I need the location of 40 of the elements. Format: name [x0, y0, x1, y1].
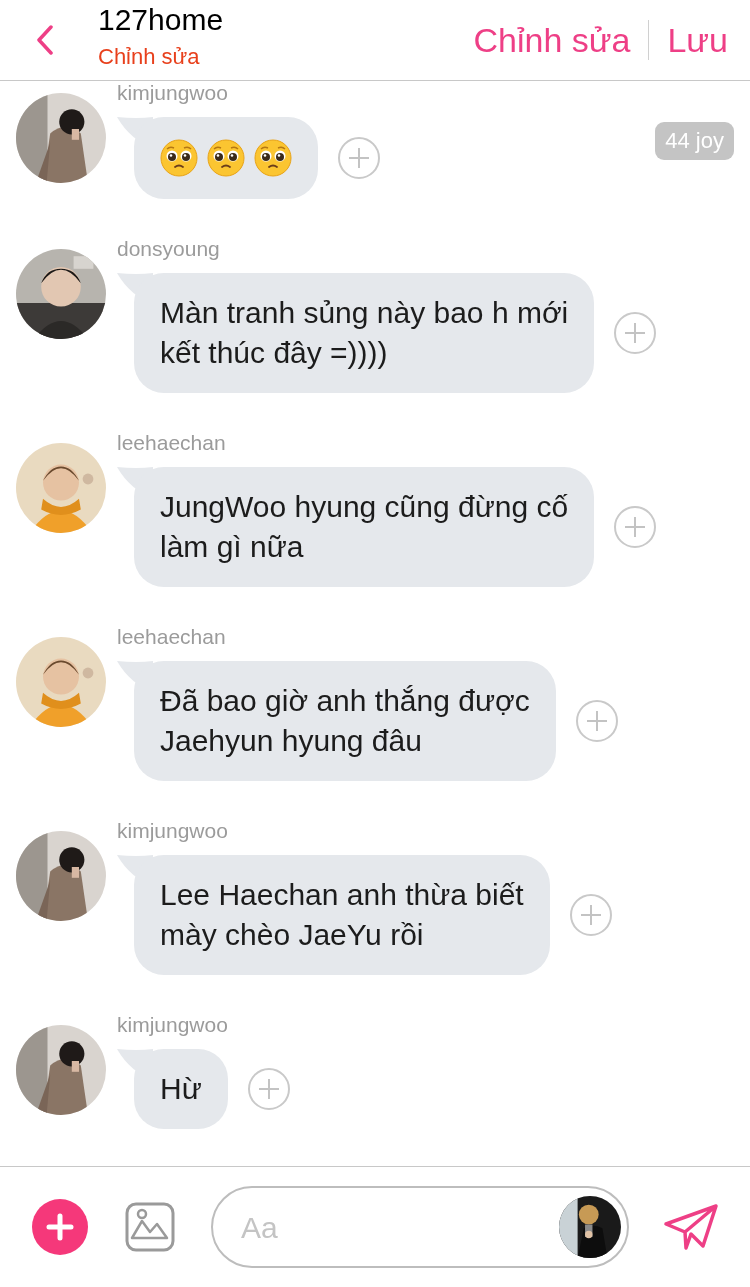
send-button[interactable]	[663, 1202, 719, 1252]
plus-icon	[579, 904, 602, 926]
chat-subtitle: Chỉnh sửa	[98, 43, 201, 71]
sender-name: kimjungwoo	[117, 818, 229, 844]
message-text: JungWoo hyung cũng đừng cố làm gì nữa	[160, 489, 569, 565]
add-reaction-button[interactable]	[614, 312, 657, 354]
add-reaction-button[interactable]	[614, 506, 657, 548]
plus-icon	[624, 516, 647, 538]
message-text: Lee Haechan anh thừa biết mày chèo JaeYu rồi	[160, 877, 524, 953]
message-text: Màn tranh sủng này bao h mới kết thúc đây =))))	[160, 295, 569, 371]
send-icon	[663, 1202, 719, 1252]
sender-name: donsyoung	[117, 236, 221, 262]
add-reaction-button[interactable]	[247, 1068, 290, 1110]
edit-button[interactable]: Chỉnh sửa	[473, 20, 631, 60]
plus-icon	[624, 322, 647, 344]
reaction-count-badge: 44 joy	[655, 122, 734, 160]
sender-name: kimjungwoo	[117, 1012, 229, 1038]
message-text: Hừ	[160, 1071, 202, 1107]
plus-icon	[348, 147, 370, 169]
add-reaction-button[interactable]	[338, 137, 380, 179]
pleading-face-icon	[160, 139, 198, 177]
plus-icon	[585, 710, 608, 732]
image-icon	[125, 1202, 175, 1252]
pleading-face-icon	[254, 139, 292, 177]
add-reaction-button[interactable]	[575, 700, 618, 742]
add-button[interactable]	[32, 1199, 88, 1255]
plus-icon	[257, 1078, 280, 1100]
chat-title: 127home	[98, 3, 224, 37]
chevron-left-icon	[35, 25, 55, 55]
message-field[interactable]: Aa	[211, 1186, 629, 1268]
plus-icon	[46, 1213, 74, 1241]
sender-name: leehaechan	[117, 430, 227, 456]
save-button[interactable]: Lưu	[667, 20, 728, 60]
sender-name: leehaechan	[117, 624, 227, 650]
sender-name: kimjungwoo	[117, 81, 229, 106]
pleading-face-icon	[207, 139, 245, 177]
message-text: Đã bao giờ anh thắng được Jaehyun hyung đâu	[160, 683, 530, 759]
image-button[interactable]	[125, 1202, 175, 1252]
message-input[interactable]: Aa	[241, 1204, 559, 1250]
add-reaction-button[interactable]	[569, 894, 612, 936]
